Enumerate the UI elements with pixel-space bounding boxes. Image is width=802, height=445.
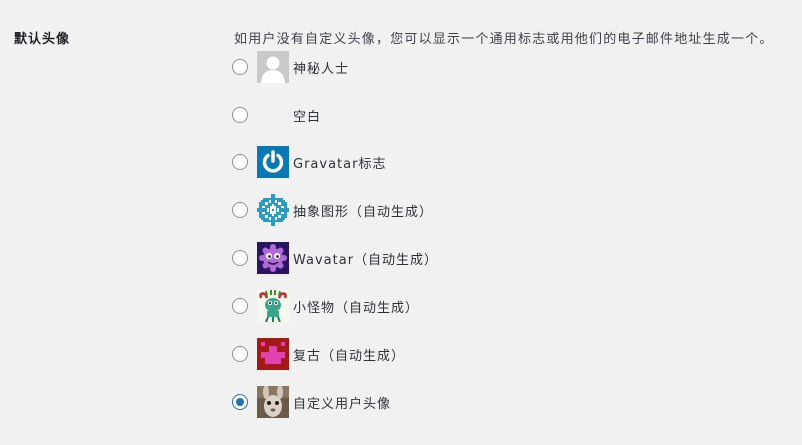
radio-identicon[interactable] [232,202,248,218]
option-blank[interactable]: 空白 [232,98,321,132]
option-custom-avatar[interactable]: 自定义用户头像 [232,385,391,419]
setting-label: 默认头像 [14,32,71,47]
option-label: 复古（自动生成） [293,348,406,364]
radio-gravatar-logo[interactable] [232,154,248,170]
option-label: Wavatar（自动生成） [293,252,439,268]
radio-mystery-person[interactable] [232,59,248,75]
option-identicon[interactable]: 抽象图形（自动生成） [232,193,433,227]
radio-blank[interactable] [232,107,248,123]
wavatar-avatar-icon [257,242,289,274]
blank-avatar-icon [257,99,289,131]
radio-retro[interactable] [232,346,248,362]
mystery-person-avatar-icon [257,51,289,83]
option-retro[interactable]: 复古（自动生成） [232,337,405,371]
option-label: 空白 [293,109,322,125]
identicon-avatar-icon [257,194,289,226]
radio-custom-avatar[interactable] [232,394,248,410]
custom-avatar-icon [257,386,289,418]
option-label: 自定义用户头像 [293,396,392,412]
radio-wavatar[interactable] [232,250,248,266]
setting-description: 如用户没有自定义头像，您可以显示一个通用标志或用他们的电子邮件地址生成一个。 [234,32,774,47]
monsterid-avatar-icon [257,290,289,322]
option-wavatar[interactable]: Wavatar（自动生成） [232,241,438,275]
option-mystery-person[interactable]: 神秘人士 [232,50,349,84]
option-label: 抽象图形（自动生成） [293,204,434,220]
radio-monsterid[interactable] [232,298,248,314]
gravatar-logo-avatar-icon [257,146,289,178]
retro-avatar-icon [257,338,289,370]
option-gravatar-logo[interactable]: Gravatar标志 [232,145,386,179]
option-label: Gravatar标志 [293,156,387,172]
option-label: 小怪物（自动生成） [293,300,420,316]
option-label: 神秘人士 [293,61,350,77]
option-monsterid[interactable]: 小怪物（自动生成） [232,289,419,323]
